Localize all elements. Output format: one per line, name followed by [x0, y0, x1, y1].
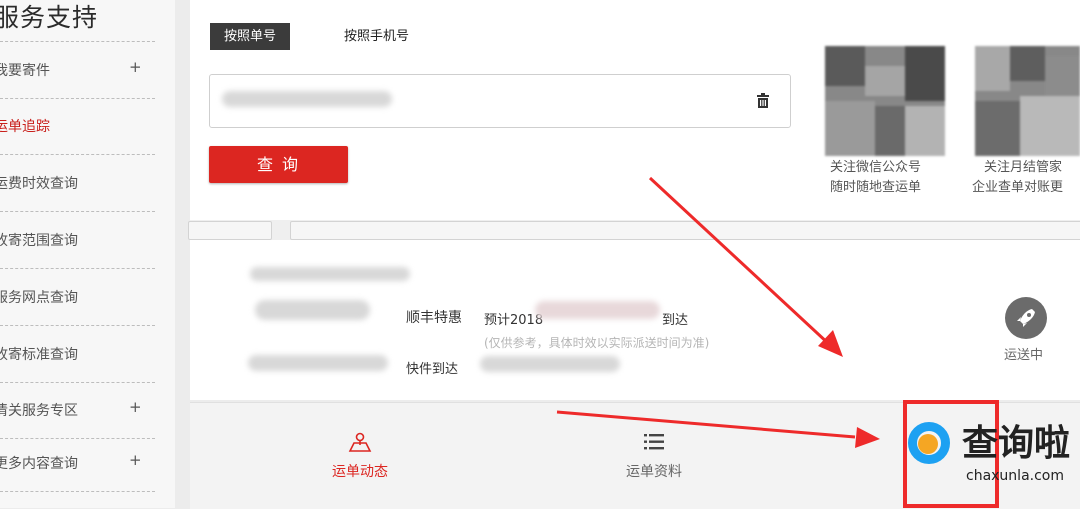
sidebar: 服务支持 我要寄件 + 运单追踪 运费时效查询 收寄范围查询 服务网点查询 收寄… [0, 0, 175, 508]
obscured-waybill-number [250, 267, 410, 281]
wechat-qr-code [825, 46, 945, 156]
tab-waybill-info[interactable]: 运单资料 [594, 431, 714, 481]
qr-caption-line: 关注微信公众号 [830, 160, 922, 175]
tab-waybill-number[interactable]: 按照单号 [210, 23, 290, 50]
sidebar-item-standards[interactable]: 收寄标准查询 [0, 326, 155, 383]
query-button[interactable]: 查 询 [209, 146, 348, 183]
sidebar-item-more[interactable]: 更多内容查询 + [0, 435, 155, 492]
qr-caption-line: 企业查单对账更 [972, 180, 1064, 195]
list-icon [644, 434, 664, 450]
qr-caption-line: 随时随地查运单 [830, 180, 922, 195]
sidebar-item-range[interactable]: 收寄范围查询 [0, 212, 155, 269]
sidebar-item-label: 运单追踪 [0, 119, 50, 135]
logo-domain: chaxunla.com [966, 468, 1064, 484]
obscured-date [255, 300, 370, 320]
status-in-transit: 运送中 [1004, 348, 1044, 363]
obscured-location [480, 356, 620, 372]
section-divider [188, 220, 1080, 240]
chaxunla-logo: 查询啦 chaxunla.com [904, 420, 1080, 508]
sidebar-item-label: 清关服务专区 [0, 403, 78, 419]
arrival-text: 快件到达 [406, 362, 459, 377]
sidebar-item-outlets[interactable]: 服务网点查询 [0, 269, 155, 326]
sidebar-item-label: 我要寄件 [0, 63, 50, 79]
sidebar-item-label: 收寄标准查询 [0, 347, 78, 363]
estimate-suffix: 到达 [662, 313, 689, 328]
tab-label: 运单动态 [332, 464, 388, 480]
obscured-input-value [222, 91, 392, 107]
sidebar-title: 服务支持 [0, 3, 99, 32]
service-type: 顺丰特惠 [406, 310, 462, 326]
sidebar-item-freight[interactable]: 运费时效查询 [0, 155, 155, 212]
trash-icon[interactable] [754, 92, 772, 110]
qr-caption-line: 关注月结管家 [984, 160, 1063, 175]
tab-phone-number[interactable]: 按照手机号 [344, 23, 434, 50]
sidebar-item-tracking[interactable]: 运单追踪 [0, 98, 155, 155]
sidebar-item-label: 服务网点查询 [0, 290, 78, 306]
qr-caption-monthly: 关注月结管家 企业查单对账更 [972, 158, 1063, 198]
expand-plus-icon[interactable]: + [129, 398, 142, 416]
sidebar-item-customs[interactable]: 清关服务专区 + [0, 382, 155, 439]
sidebar-item-send[interactable]: 我要寄件 + [0, 42, 155, 99]
map-pin-icon [348, 432, 372, 452]
logo-text: 查询啦 [962, 423, 1071, 464]
search-panel: 按照单号 按照手机号 查 询 关注微信公众号 随时随地查运单 关注月结管家 企业… [190, 0, 1080, 220]
sidebar-item-label: 收寄范围查询 [0, 233, 78, 249]
obscured-estimate [535, 301, 660, 319]
sidebar-item-label: 更多内容查询 [0, 456, 78, 472]
qr-caption-wechat: 关注微信公众号 随时随地查运单 [830, 158, 921, 198]
rocket-icon [1005, 297, 1047, 339]
obscured-time [248, 355, 388, 371]
estimate-note: (仅供参考，具体时效以实际派送时间为准) [484, 336, 710, 350]
expand-plus-icon[interactable]: + [129, 58, 142, 76]
sidebar-item-label: 运费时效查询 [0, 176, 78, 192]
expand-plus-icon[interactable]: + [129, 451, 142, 469]
waybill-input[interactable] [209, 74, 791, 128]
tab-waybill-dynamics[interactable]: 运单动态 [300, 431, 420, 481]
tracking-result: 顺丰特惠 预计2018 到达 (仅供参考，具体时效以实际派送时间为准) 快件到达… [190, 240, 1080, 400]
tab-label: 运单资料 [626, 464, 682, 480]
monthly-account-qr-code [975, 46, 1080, 156]
